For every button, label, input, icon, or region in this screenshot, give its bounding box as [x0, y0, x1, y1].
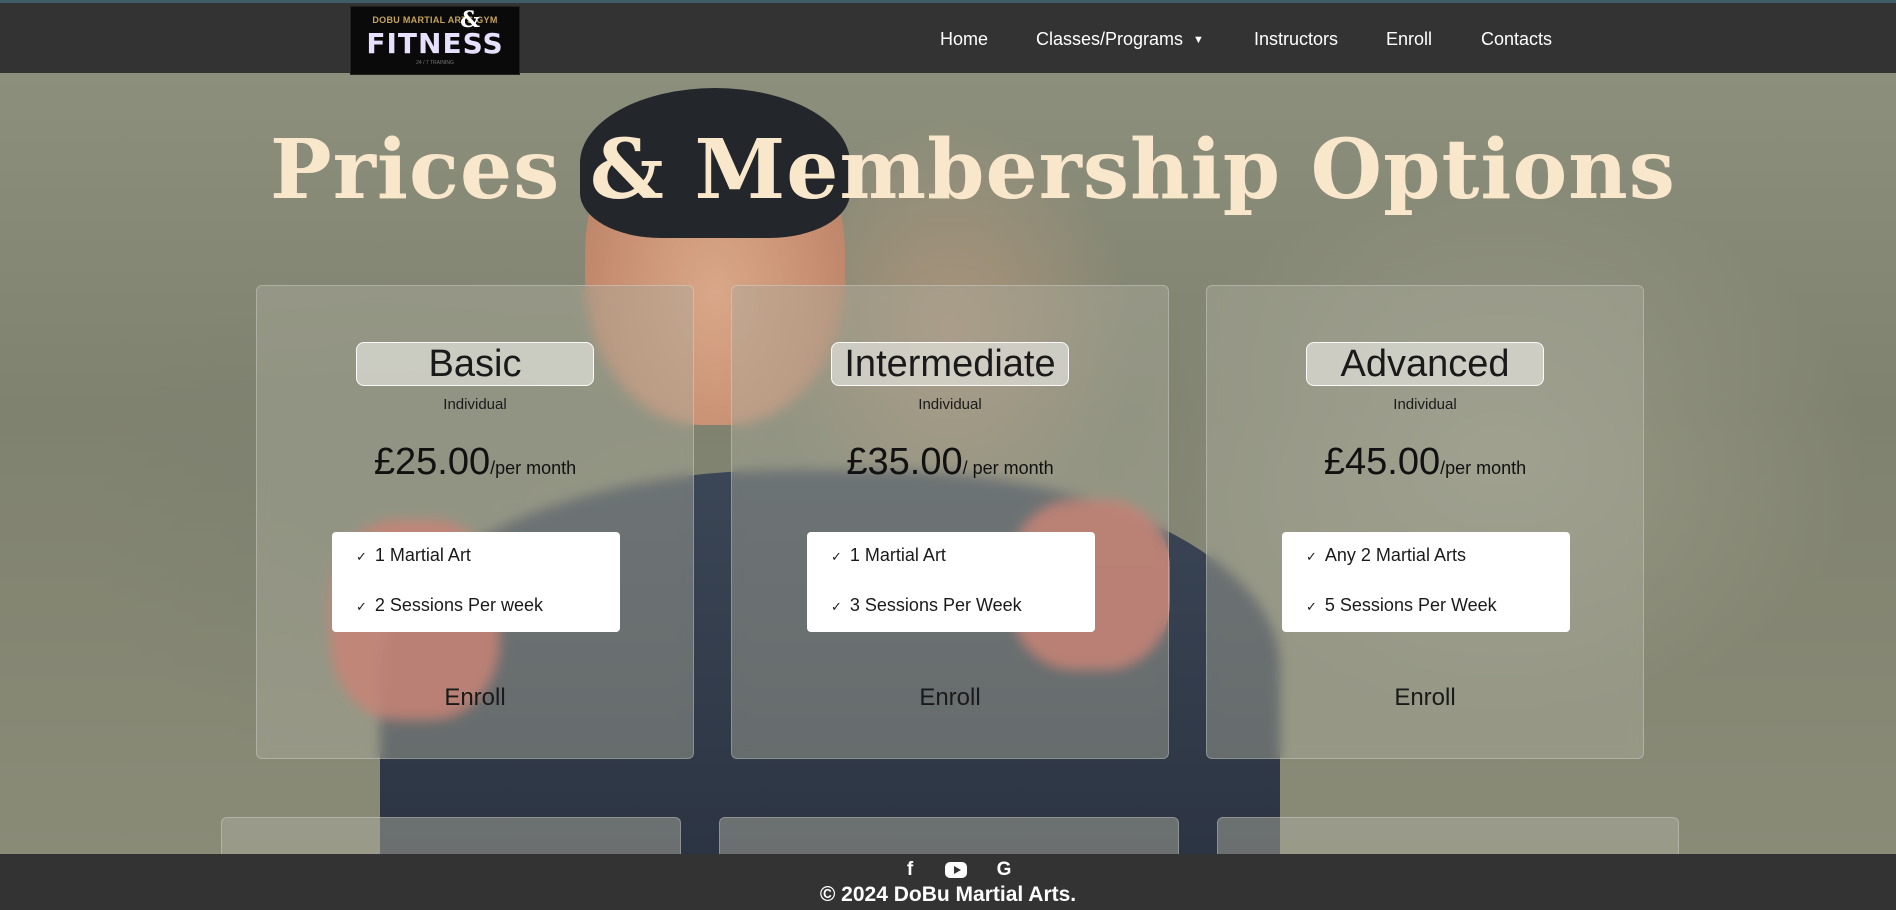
plan-name: Basic — [356, 342, 594, 386]
feature-text: 2 Sessions Per week — [374, 595, 543, 615]
youtube-glyph — [945, 862, 967, 878]
pricing-card-basic: Basic Individual £25.00/per month ✓ 1 Mar… — [256, 285, 694, 759]
page-title: Prices & Membership Options — [270, 122, 1676, 218]
check-icon: ✓ — [356, 600, 367, 615]
feature-item: ✓ 1 Martial Art — [831, 545, 946, 566]
nav-classes-label: Classes/Programs — [1036, 29, 1184, 49]
plan-type: Individual — [918, 396, 982, 413]
feature-item: ✓ 1 Martial Art — [356, 545, 471, 566]
plan-type: Individual — [443, 396, 507, 413]
feature-item: ✓ Any 2 Martial Arts — [1306, 545, 1466, 566]
check-icon: ✓ — [1306, 550, 1317, 565]
plan-name: Intermediate — [831, 342, 1069, 386]
feature-text: 5 Sessions Per Week — [1324, 595, 1497, 615]
price-period: /per month — [490, 458, 577, 478]
top-navigation-bar: DOBU MARTIAL ARTS GYM & FITNESS 24 / 7 T… — [0, 0, 1896, 75]
feature-list: ✓ 1 Martial Art ✓ 3 Sessions Per Week — [807, 532, 1095, 632]
facebook-icon[interactable]: f — [897, 858, 923, 882]
pricing-card-intermediate: Intermediate Individual £35.00/ per mont… — [731, 285, 1169, 759]
price-amount: £35.00 — [846, 441, 963, 483]
google-icon[interactable]: G — [991, 858, 1017, 882]
nav-enroll[interactable]: Enroll — [1386, 29, 1432, 50]
check-icon: ✓ — [831, 600, 842, 615]
price-period: /per month — [1440, 458, 1527, 478]
social-links: f G — [0, 858, 1896, 884]
enroll-button-advanced[interactable]: Enroll — [1207, 684, 1643, 712]
feature-text: Any 2 Martial Arts — [1324, 545, 1466, 565]
feature-list: ✓ 1 Martial Art ✓ 2 Sessions Per week — [332, 532, 620, 632]
youtube-icon[interactable] — [943, 858, 969, 882]
feature-item: ✓ 5 Sessions Per Week — [1306, 595, 1497, 616]
plan-price: £35.00/ per month — [732, 441, 1168, 484]
price-amount: £25.00 — [373, 441, 491, 483]
check-icon: ✓ — [1306, 600, 1317, 615]
feature-text: 3 Sessions Per Week — [849, 595, 1022, 615]
caret-down-icon: ▼ — [1193, 34, 1204, 46]
enroll-button-intermediate[interactable]: Enroll — [732, 684, 1168, 712]
feature-list: ✓ Any 2 Martial Arts ✓ 5 Sessions Per Week — [1282, 532, 1570, 632]
nav-instructors[interactable]: Instructors — [1254, 29, 1338, 50]
nav-classes-programs[interactable]: Classes/Programs ▼ — [1036, 29, 1204, 50]
site-logo[interactable]: DOBU MARTIAL ARTS GYM & FITNESS 24 / 7 T… — [350, 6, 520, 75]
site-footer: f G © 2024 DoBu Martial Arts. — [0, 854, 1896, 910]
plan-name: Advanced — [1306, 342, 1544, 386]
check-icon: ✓ — [831, 550, 842, 565]
copyright-text: © 2024 DoBu Martial Arts. — [819, 883, 1077, 906]
logo-main-text: FITNESS — [366, 27, 504, 60]
check-icon: ✓ — [356, 550, 367, 565]
plan-type: Individual — [1393, 396, 1457, 413]
plan-price: £45.00/per month — [1207, 441, 1643, 484]
feature-text: 1 Martial Art — [849, 545, 946, 565]
nav-contacts[interactable]: Contacts — [1481, 29, 1552, 50]
pricing-card-advanced: Advanced Individual £45.00/per month ✓ An… — [1206, 285, 1644, 759]
feature-text: 1 Martial Art — [374, 545, 471, 565]
price-amount: £45.00 — [1323, 441, 1441, 483]
feature-item: ✓ 3 Sessions Per Week — [831, 595, 1022, 616]
plan-price: £25.00/per month — [257, 441, 693, 484]
logo-sub-text: 24 / 7 TRAINING — [416, 60, 454, 66]
price-period: / per month — [962, 458, 1054, 478]
feature-item: ✓ 2 Sessions Per week — [356, 595, 543, 616]
nav-home[interactable]: Home — [940, 29, 988, 50]
enroll-button-basic[interactable]: Enroll — [257, 684, 693, 712]
